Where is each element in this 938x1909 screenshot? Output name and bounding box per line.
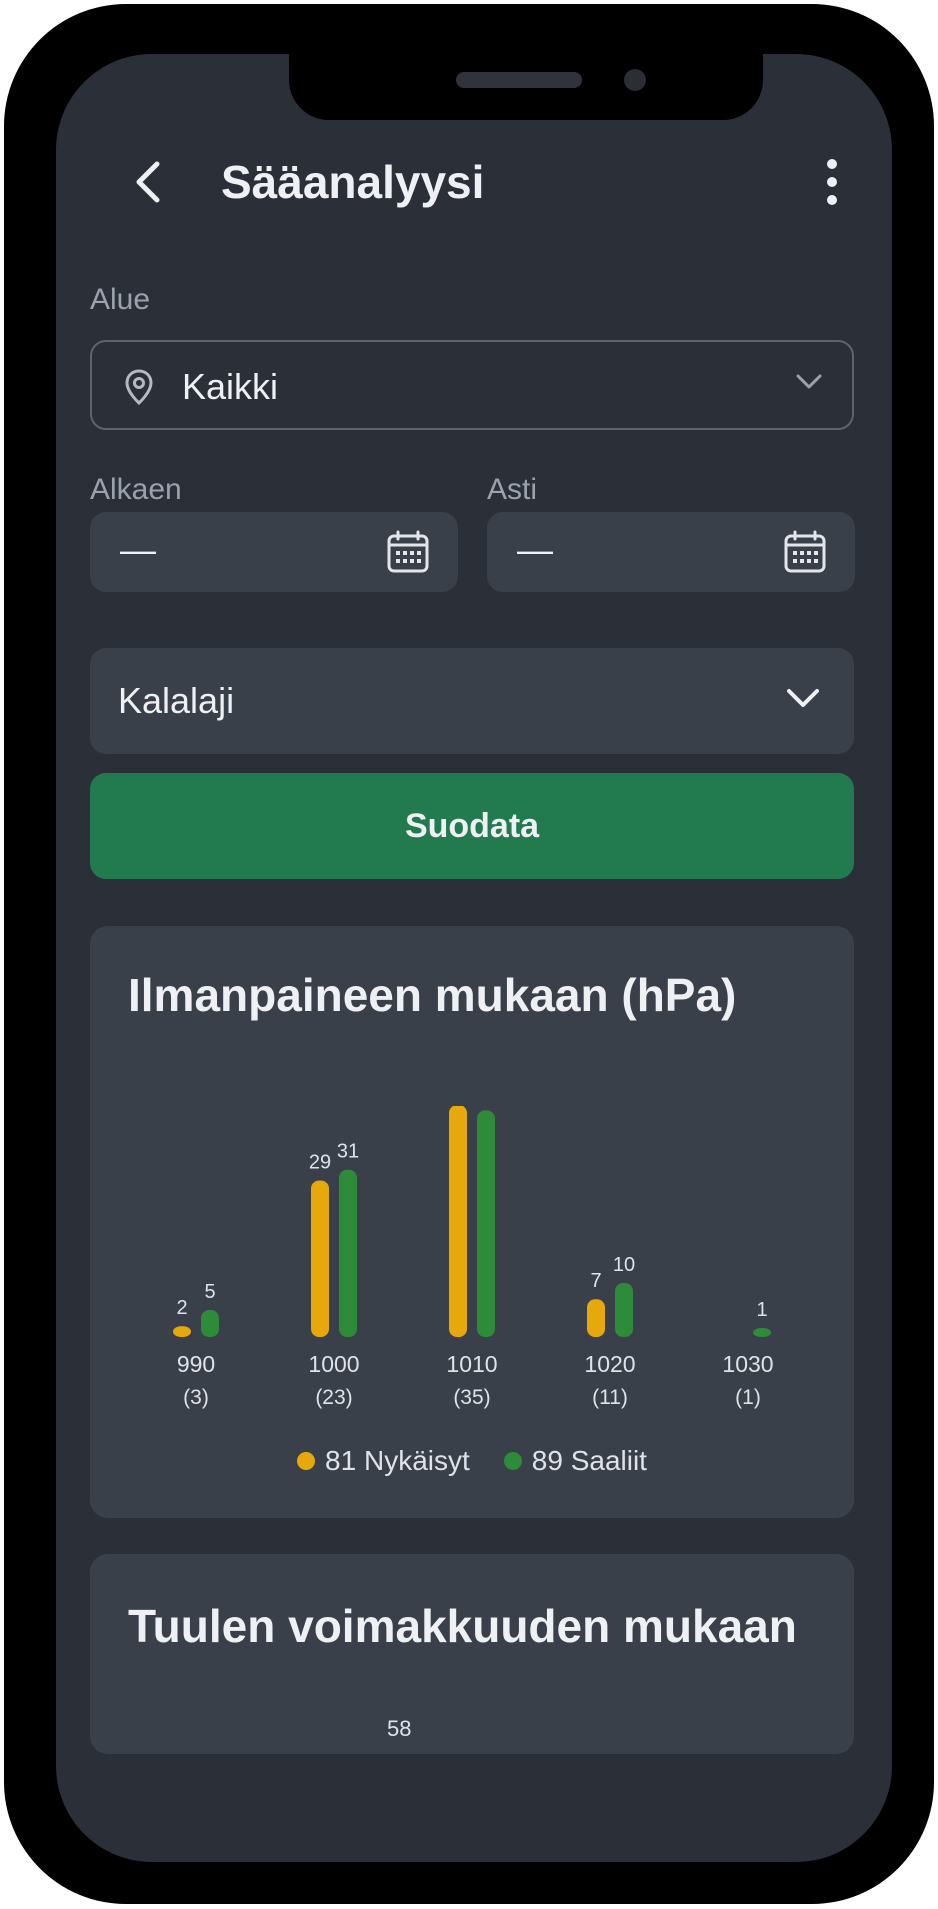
more-options-button[interactable]: [796, 146, 868, 218]
area-select[interactable]: Kaikki: [90, 340, 854, 430]
chart-legend: 81 Nykäisyt 89 Saaliit: [90, 1443, 854, 1479]
bar-value-label: 2: [176, 1297, 187, 1319]
wind-chart-title: Tuulen voimakkuuden mukaan: [128, 1600, 797, 1652]
chart-bar: [477, 1110, 495, 1337]
calendar-icon[interactable]: [783, 530, 827, 574]
pressure-chart-title: Ilmanpaineen mukaan (hPa): [128, 969, 737, 1021]
more-vertical-icon: [827, 159, 837, 205]
page-title: Sääanalyysi: [221, 156, 485, 208]
chevron-down-icon: [787, 689, 819, 707]
wind-chart-card: Tuulen voimakkuuden mukaan 58: [90, 1554, 854, 1754]
back-arrow-icon: [136, 161, 160, 203]
from-date-field[interactable]: —: [90, 512, 458, 592]
speaker-grille: [456, 72, 582, 88]
chart-bar: [339, 1169, 357, 1337]
x-tick-count: (35): [453, 1386, 490, 1409]
x-tick-label: 1010: [446, 1351, 497, 1377]
legend-dot-bites: [297, 1452, 316, 1470]
to-date-value: —: [517, 529, 553, 570]
x-tick-count: (11): [592, 1386, 628, 1409]
chart-bar: [753, 1328, 771, 1337]
front-camera: [624, 69, 646, 91]
chart-bar: [449, 1106, 467, 1337]
bar-value-label: 10: [613, 1254, 635, 1276]
to-date-label: Asti: [487, 473, 538, 506]
bar-value-label: 29: [309, 1152, 331, 1174]
to-date-field[interactable]: —: [487, 512, 855, 592]
bar-value-label: 5: [204, 1281, 215, 1303]
chart-bar: [311, 1180, 329, 1337]
pressure-chart-card: Ilmanpaineen mukaan (hPa) 2 5 990 (3) 29 31 10…: [90, 926, 854, 1518]
pressure-bar-chart: 25990(3)29311000(23)43421010(35)7101020(…: [173, 1106, 774, 1409]
back-button[interactable]: [112, 146, 184, 218]
phone-frame: Sääanalyysi Alue Kaikki Alkaen Asti — — …: [4, 4, 934, 1904]
app-screen: Sääanalyysi Alue Kaikki Alkaen Asti — — …: [56, 54, 892, 1862]
legend-label-bites: 81 Nykäisyt: [325, 1445, 470, 1476]
x-tick-count: (23): [315, 1386, 352, 1409]
bar-value-label: 31: [337, 1141, 359, 1163]
bar-value-label: 1: [756, 1299, 767, 1321]
area-select-value: Kaikki: [182, 366, 279, 407]
area-label: Alue: [90, 283, 151, 316]
legend-item-catches[interactable]: 89 Saaliit: [503, 1443, 647, 1479]
chart-bar: [615, 1283, 633, 1337]
from-date-label: Alkaen: [90, 473, 182, 506]
wind-chart-partial-value: 58: [387, 1716, 412, 1741]
x-tick-count: (1): [735, 1386, 761, 1409]
species-select[interactable]: Kalalaji: [90, 648, 854, 754]
chart-bar: [201, 1310, 219, 1337]
species-select-label: Kalalaji: [118, 680, 235, 721]
bar-value-label: 7: [590, 1270, 601, 1292]
legend-item-bites[interactable]: 81 Nykäisyt: [297, 1443, 470, 1479]
x-tick-count: (3): [183, 1386, 209, 1409]
x-tick-label: 1030: [722, 1351, 773, 1377]
legend-label-catches: 89 Saaliit: [531, 1445, 647, 1476]
legend-dot-catches: [503, 1452, 522, 1470]
calendar-icon[interactable]: [386, 530, 430, 574]
x-tick-label: 1020: [584, 1351, 635, 1377]
chart-bar: [173, 1326, 191, 1337]
x-tick-label: 990: [177, 1351, 215, 1377]
from-date-value: —: [120, 529, 156, 570]
top-app-bar: Sääanalyysi: [56, 134, 892, 230]
chart-bar: [587, 1299, 605, 1337]
chevron-down-icon: [796, 374, 822, 389]
location-pin-icon: [125, 369, 153, 406]
filter-button[interactable]: Suodata: [90, 773, 854, 879]
x-tick-label: 1000: [308, 1351, 359, 1377]
device-notch: [289, 54, 763, 120]
